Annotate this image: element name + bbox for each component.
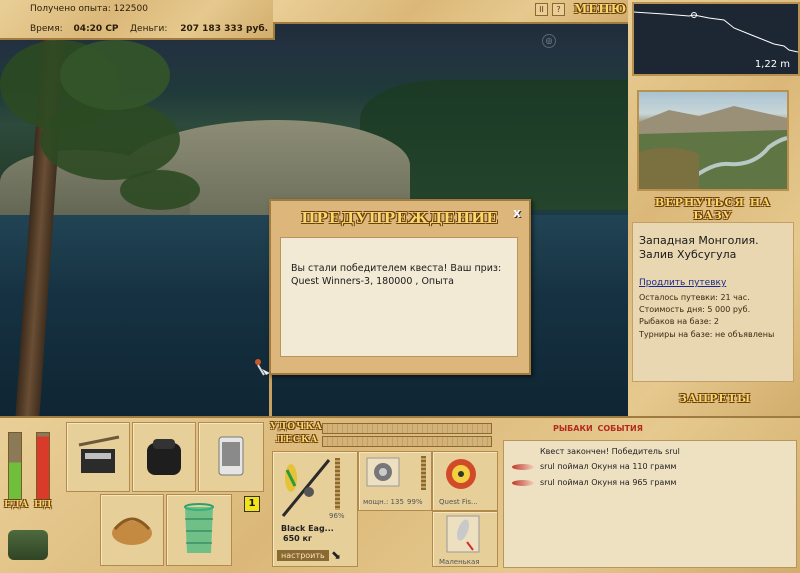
line-label: ЛЕСКА xyxy=(276,435,319,445)
reel-icon xyxy=(366,457,400,487)
anglers-text: Рыбаков на базе: 2 xyxy=(639,317,719,326)
phone-slot[interactable] xyxy=(198,422,264,492)
food-meter xyxy=(8,432,22,500)
reel-condition: 99% xyxy=(407,498,423,506)
setup-button[interactable]: настроить xyxy=(277,550,329,561)
arrow-down-right-icon[interactable]: ⬊ xyxy=(331,548,341,562)
tree-foliage xyxy=(120,170,200,210)
pause-button[interactable]: II xyxy=(535,3,548,16)
event-item: Квест закончен! Победитель srul xyxy=(540,447,680,456)
reel-slot[interactable]: мощн.: 135 99% xyxy=(358,451,432,511)
fish-label: НД xyxy=(34,500,53,510)
rod-weight: 650 кг xyxy=(283,534,313,543)
trip-left-text: Осталось путевки: 21 час. xyxy=(639,293,750,302)
menu-button[interactable]: МЕНЮ xyxy=(574,2,627,16)
rod-slot[interactable]: 96% Black Eag... 650 кг настроить ⬊ xyxy=(272,451,358,567)
line-name: Quest Fis... xyxy=(439,498,478,506)
extend-trip-link[interactable]: Продлить путевку xyxy=(639,278,726,288)
lure-name: Маленькая xyxy=(439,558,480,566)
picnic-basket-icon xyxy=(112,517,152,545)
events-tabs: РЫБАКИ СОБЫТИЯ xyxy=(553,424,643,433)
keepnet-count-badge: 1 xyxy=(244,496,260,512)
money-label: Деньги: xyxy=(130,24,168,34)
fish-icon xyxy=(512,464,534,470)
dialog-title: ПРЕДУПРЕЖДЕНИЕ xyxy=(301,209,499,227)
top-bar: II ? МЕНЮ xyxy=(273,0,628,24)
xp-value: 122500 xyxy=(113,4,148,14)
events-log: Квест закончен! Победитель srul srul пой… xyxy=(503,440,797,568)
fish-icon xyxy=(512,480,534,486)
backpack-icon xyxy=(147,439,181,475)
tree-foliage xyxy=(40,100,180,180)
food-label: ЕДА xyxy=(4,500,30,510)
tree-foliage xyxy=(60,40,170,110)
bag-icon[interactable] xyxy=(8,530,48,560)
keepnet-slot[interactable] xyxy=(166,494,232,566)
location-info-panel: Западная Монголия. Залив Хубсугула Продл… xyxy=(632,222,794,382)
food-basket-slot[interactable] xyxy=(100,494,164,566)
rod-name: Black Eag... xyxy=(281,524,334,533)
dialog-message: Вы стали победителем квеста! Ваш приз: Q… xyxy=(291,263,502,287)
depth-value: 1,22 m xyxy=(754,59,790,70)
reel-power: мощн.: 135 xyxy=(363,498,404,506)
money-value: 207 183 333 руб. xyxy=(180,24,269,34)
xp-label: Получено опыта: xyxy=(30,4,111,14)
rod-condition-meter xyxy=(335,458,340,510)
rod-tension-bar xyxy=(322,423,492,434)
sound-icon[interactable]: ◎ xyxy=(542,34,556,48)
location-name: Западная Монголия. Залив Хубсугула xyxy=(639,234,759,261)
depth-sounder: 1,22 m xyxy=(632,2,800,76)
dialog-body: Вы стали победителем квеста! Ваш приз: Q… xyxy=(280,237,518,357)
line-tension-bar xyxy=(322,436,492,447)
fishing-line-slot[interactable]: Quest Fis... xyxy=(432,451,498,511)
event-item: srul поймал Окуня на 965 грамм xyxy=(540,478,677,487)
tab-fishermen[interactable]: РЫБАКИ xyxy=(553,424,593,433)
rod-condition: 96% xyxy=(329,512,345,520)
rod-icon xyxy=(281,459,331,517)
player-stats-panel: Получено опыта: 122500 Время: 04:20 СР Д… xyxy=(0,0,275,40)
keepnet-icon xyxy=(184,503,214,553)
event-item: srul поймал Окуня на 110 грамм xyxy=(540,462,677,471)
warning-dialog: ПРЕДУПРЕЖДЕНИЕ x Вы стали победителем кв… xyxy=(269,199,531,375)
tab-events[interactable]: СОБЫТИЯ xyxy=(597,424,642,433)
tournaments-text: Турниры на базе: не объявлены xyxy=(639,330,775,339)
spoon-lure-icon xyxy=(446,515,480,553)
xp-row: Получено опыта: 122500 xyxy=(30,4,148,14)
landscape-image xyxy=(639,106,787,189)
tackle-box-icon xyxy=(78,435,120,473)
help-button[interactable]: ? xyxy=(552,3,565,16)
day-cost-text: Стоимость дня: 5 000 руб. xyxy=(639,305,751,314)
return-to-base-button[interactable]: ВЕРНУТЬСЯ НА БАЗУ xyxy=(636,196,790,222)
line-spool-icon xyxy=(446,459,476,489)
time-label: Время: xyxy=(30,24,63,34)
time-row: Время: 04:20 СР xyxy=(30,24,119,34)
phone-icon xyxy=(218,436,244,476)
bans-button[interactable]: ЗАПРЕТЫ xyxy=(650,392,780,410)
rod-tip xyxy=(269,372,272,416)
lure-slot[interactable]: Маленькая xyxy=(432,511,498,567)
reel-condition-meter xyxy=(421,456,426,490)
rod-label: УДОЧКА xyxy=(270,422,323,432)
money-row: Деньги: 207 183 333 руб. xyxy=(130,24,268,34)
close-icon[interactable]: x xyxy=(511,207,523,219)
fish-meter xyxy=(36,432,50,500)
location-photo xyxy=(637,90,789,191)
time-value: 04:20 СР xyxy=(73,24,119,34)
backpack-slot[interactable] xyxy=(132,422,196,492)
tackle-box-slot[interactable] xyxy=(66,422,130,492)
